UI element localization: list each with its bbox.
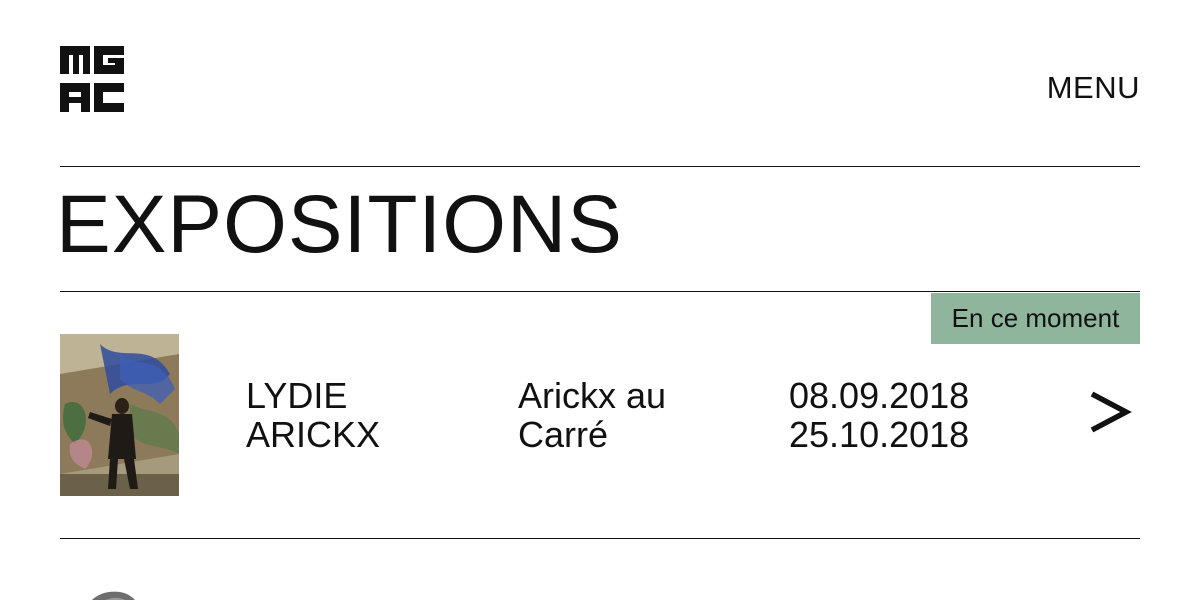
exhibition-dates: 08.09.2018 25.10.2018 — [789, 376, 969, 454]
menu-button[interactable]: MENU — [1047, 72, 1140, 103]
exhibition-image — [60, 334, 179, 496]
divider — [60, 538, 1140, 539]
end-date: 25.10.2018 — [789, 414, 970, 455]
title-line-1: Arickx au — [518, 375, 667, 416]
page: MENU EXPOSITIONS En ce moment LYDIE ARIC… — [0, 0, 1200, 600]
title-line-2: Carré — [518, 414, 609, 455]
chevron-right-icon[interactable] — [1088, 386, 1132, 438]
divider — [60, 166, 1140, 167]
artist-last-name: ARICKX — [246, 414, 381, 455]
exhibition-thumbnail — [60, 334, 179, 496]
exhibition-row[interactable]: LYDIE ARICKX Arickx au Carré 08.09.2018 … — [60, 334, 1140, 496]
start-date: 08.09.2018 — [789, 375, 970, 416]
logo-mark-icon — [60, 46, 124, 112]
divider — [60, 291, 1140, 292]
exhibition-artist: LYDIE ARICKX — [246, 376, 380, 454]
exhibition-title: Arickx au Carré — [518, 376, 666, 454]
artist-first-name: LYDIE — [246, 375, 348, 416]
site-logo[interactable] — [60, 46, 124, 112]
page-title: EXPOSITIONS — [56, 179, 623, 270]
next-exhibition-thumbnail[interactable] — [80, 588, 144, 600]
